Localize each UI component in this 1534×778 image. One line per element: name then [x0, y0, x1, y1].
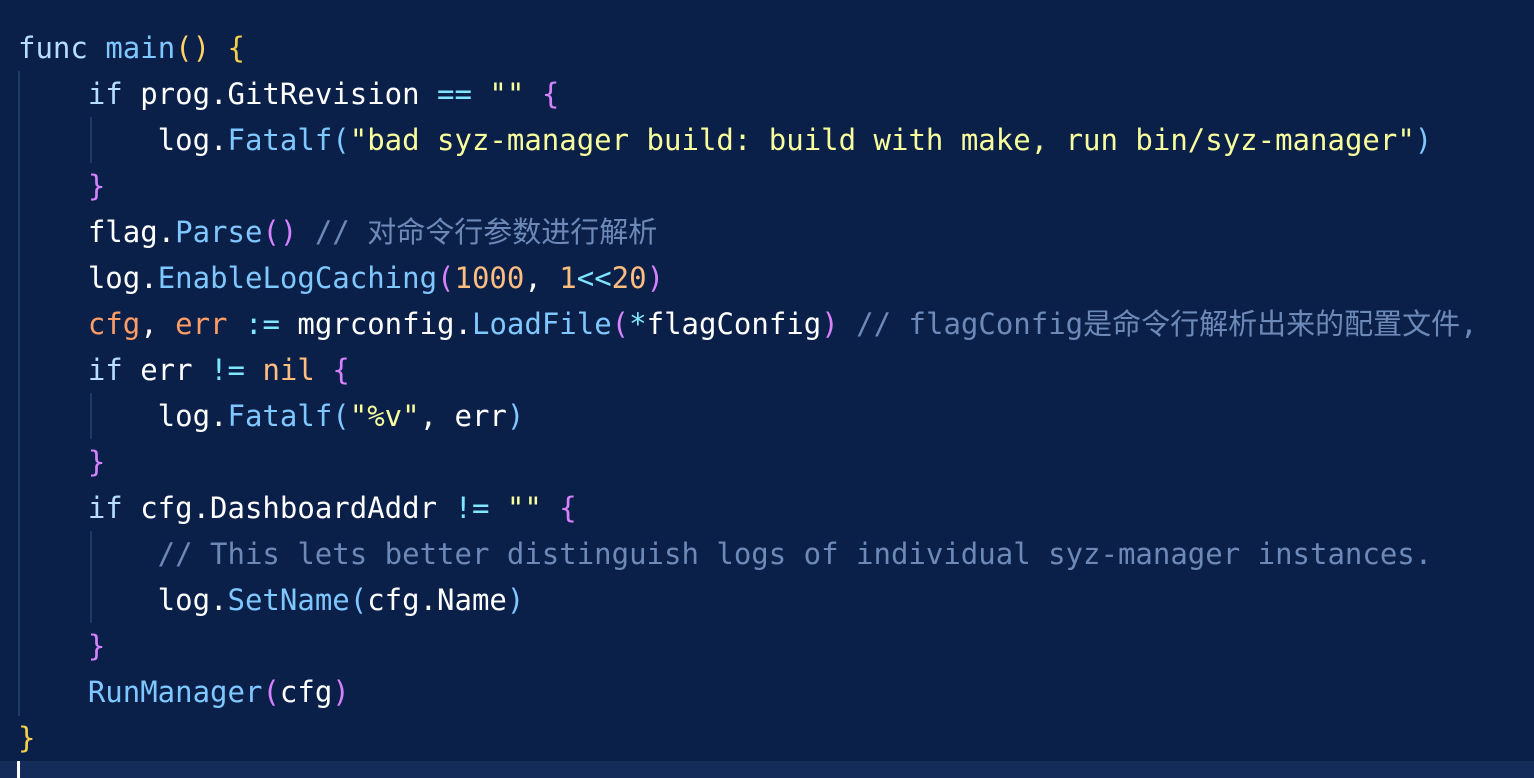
current-line-highlight	[0, 761, 1534, 778]
keyword-func: func	[18, 31, 106, 65]
code-content[interactable]: func main() { if prog.GitRevision == "" …	[18, 25, 1478, 761]
cfg-name: cfg.Name	[367, 583, 507, 617]
operator-shift: <<	[576, 261, 612, 295]
code-line[interactable]: if prog.GitRevision == "" {	[18, 71, 1478, 117]
function-loadfile: LoadFile	[471, 307, 612, 341]
function-parse: Parse	[175, 215, 263, 249]
operator-assign: :=	[227, 307, 298, 341]
empty-string: ""	[506, 491, 542, 525]
keyword-if: if	[18, 353, 141, 387]
close-paren: )	[506, 583, 525, 617]
cfg-dashboardaddr: cfg.DashboardAddr	[140, 491, 438, 525]
argument-err: , err	[419, 399, 507, 433]
log-object: log.	[18, 261, 158, 295]
text-cursor	[17, 761, 20, 778]
if-open-brace: {	[332, 353, 350, 387]
code-line[interactable]: }	[18, 163, 1478, 209]
code-line[interactable]: flag.Parse() // 对命令行参数进行解析	[18, 209, 1478, 255]
main-params: ()	[175, 31, 211, 65]
fatal-message: "bad syz-manager build: build with make,…	[349, 123, 1415, 157]
code-line[interactable]: }	[18, 623, 1478, 669]
close-paren: )	[506, 399, 525, 433]
code-editor[interactable]: func main() { if prog.GitRevision == "" …	[0, 0, 1534, 778]
comment-distinguish-logs: // This lets better distinguish logs of …	[18, 537, 1433, 571]
main-close-brace: }	[18, 721, 36, 755]
code-line[interactable]: }	[18, 715, 1478, 761]
operator-equals: ==	[419, 77, 490, 111]
close-paren: )	[646, 261, 665, 295]
empty-string: ""	[489, 77, 525, 111]
log-object: log.	[18, 123, 228, 157]
operator-not-equals: !=	[192, 353, 263, 387]
log-object: log.	[18, 399, 228, 433]
open-paren: (	[349, 583, 368, 617]
format-string: "%v"	[349, 399, 420, 433]
operator-deref: *	[629, 307, 647, 341]
open-paren: (	[611, 307, 630, 341]
function-main: main	[105, 31, 176, 65]
variable-err: err	[175, 307, 228, 341]
main-open-brace: {	[227, 31, 246, 65]
keyword-if: if	[18, 77, 141, 111]
code-line[interactable]: func main() {	[18, 25, 1478, 71]
variable-err: err	[140, 353, 193, 387]
comma: ,	[524, 261, 560, 295]
variable-flagconfig: flagConfig	[646, 307, 822, 341]
flag-object: flag.	[18, 215, 176, 249]
code-line[interactable]: // This lets better distinguish logs of …	[18, 531, 1478, 577]
code-line[interactable]: RunManager(cfg)	[18, 669, 1478, 715]
open-paren: (	[332, 123, 350, 157]
if-close-brace: }	[18, 169, 106, 203]
close-paren: )	[1414, 123, 1433, 157]
parse-parens: ()	[262, 215, 298, 249]
code-line[interactable]: if cfg.DashboardAddr != "" {	[18, 485, 1478, 531]
code-line[interactable]: if err != nil {	[18, 347, 1478, 393]
nil-value: nil	[262, 353, 315, 387]
open-paren: (	[332, 399, 350, 433]
close-paren: )	[332, 675, 350, 709]
code-line[interactable]: log.Fatalf("bad syz-manager build: build…	[18, 117, 1478, 163]
argument-cfg: cfg	[279, 675, 333, 709]
mgrconfig-object: mgrconfig.	[297, 307, 472, 341]
if-open-brace: {	[541, 77, 560, 111]
code-line[interactable]: log.Fatalf("%v", err)	[18, 393, 1478, 439]
code-line[interactable]: cfg, err := mgrconfig.LoadFile(*flagConf…	[18, 301, 1478, 347]
code-line[interactable]: log.EnableLogCaching(1000, 1<<20)	[18, 255, 1478, 301]
prog-gitrevision: prog.GitRevision	[140, 77, 420, 111]
code-line[interactable]: }	[18, 439, 1478, 485]
operator-not-equals: !=	[437, 491, 507, 525]
if-open-brace: {	[559, 491, 577, 525]
if-close-brace: }	[18, 629, 106, 663]
function-enablelogcaching: EnableLogCaching	[157, 261, 438, 295]
function-fatalf: Fatalf	[227, 399, 333, 433]
number-1000: 1000	[454, 261, 525, 295]
code-line[interactable]: log.SetName(cfg.Name)	[18, 577, 1478, 623]
comment-parse: // 对命令行参数进行解析	[297, 215, 658, 249]
function-runmanager: RunManager	[18, 675, 263, 709]
number-1: 1	[559, 261, 577, 295]
keyword-if: if	[18, 491, 141, 525]
variable-cfg: cfg	[18, 307, 141, 341]
close-paren: )	[821, 307, 839, 341]
number-20: 20	[611, 261, 647, 295]
open-paren: (	[437, 261, 455, 295]
comma: ,	[140, 307, 176, 341]
comment-flagconfig: // flagConfig是命令行解析出来的配置文件,	[838, 307, 1478, 341]
function-fatalf: Fatalf	[227, 123, 333, 157]
open-paren: (	[262, 675, 280, 709]
log-object: log.	[18, 583, 228, 617]
if-close-brace: }	[18, 445, 106, 479]
function-setname: SetName	[227, 583, 350, 617]
